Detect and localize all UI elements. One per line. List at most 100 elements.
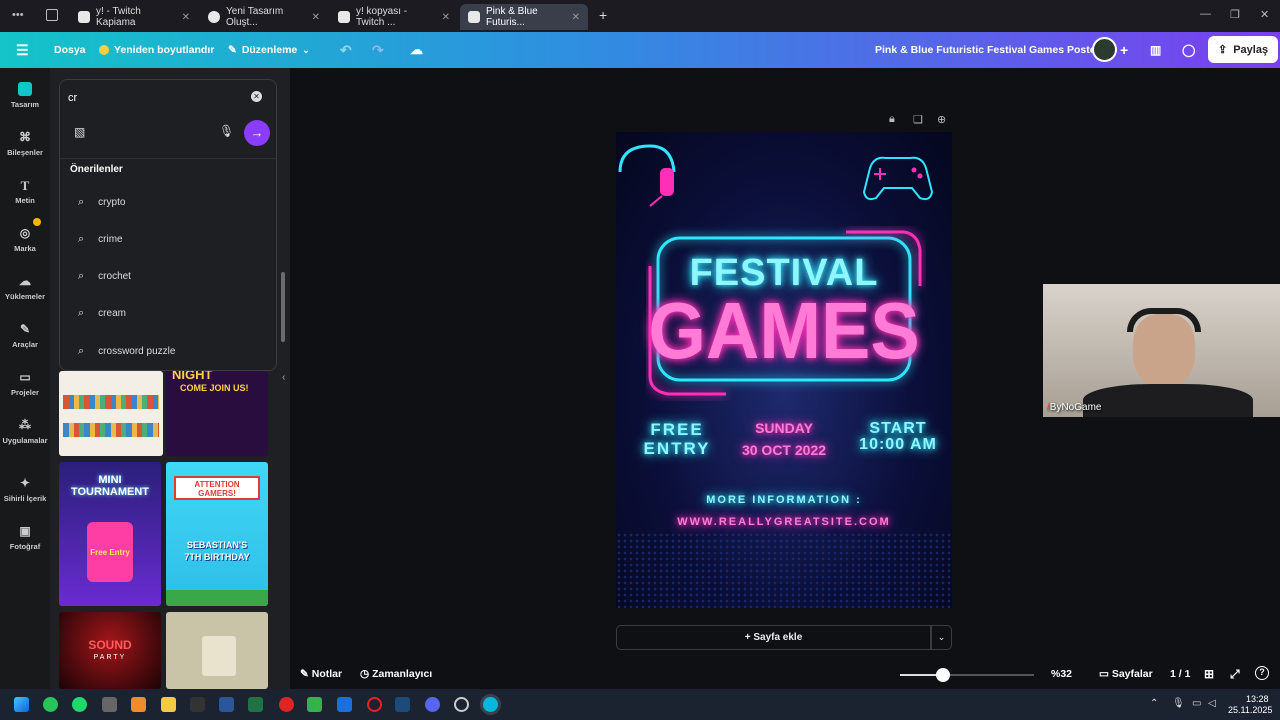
new-tab-button[interactable]: + [599, 7, 607, 23]
add-collaborator-icon[interactable]: + [1120, 32, 1128, 68]
suggestion-item[interactable]: ⌕ crochet [78, 270, 131, 283]
lock-icon[interactable]: 🔒︎ [889, 113, 895, 126]
tab-twitch-2[interactable]: y! kopyası - Twitch ... ✕ [330, 4, 458, 30]
file-explorer-icon[interactable] [161, 697, 176, 712]
file-menu-button[interactable]: Dosya [54, 32, 86, 68]
workspaces-icon[interactable] [46, 9, 58, 21]
headset-graphic [1127, 308, 1201, 332]
clock-time[interactable]: 13:28 [1246, 694, 1269, 704]
template-thumb-sound-party[interactable]: SOUND PARTY [59, 612, 161, 689]
search-input[interactable] [68, 88, 238, 108]
close-icon[interactable]: ✕ [312, 12, 320, 23]
template-thumb-bookclub[interactable] [59, 371, 163, 456]
sidebar-item-elements[interactable]: ⌘ Bileşenler [0, 130, 50, 157]
sidebar-item-uploads[interactable]: ☁ Yüklemeler [0, 274, 50, 301]
template-thumb-photo[interactable] [166, 612, 268, 689]
discord-icon[interactable] [425, 697, 440, 712]
red-app-icon[interactable] [279, 697, 294, 712]
clear-search-icon[interactable]: ✕ [251, 91, 262, 102]
zoom-slider[interactable] [900, 668, 1034, 682]
sidebar-item-text[interactable]: T Metin [0, 178, 50, 205]
microphone-icon[interactable]: 🎙︎ [219, 124, 234, 138]
timer-button[interactable]: ◷ Zamanlayıcı [360, 668, 432, 680]
zoom-level[interactable]: %32 [1051, 668, 1072, 680]
creative-app-icon[interactable] [131, 697, 146, 712]
template-thumb-mini-tournament[interactable]: MINI TOURNAMENT Free Entry [59, 462, 161, 606]
game-app-icon[interactable] [102, 697, 117, 712]
windows-start-icon[interactable] [14, 697, 29, 712]
pages-button[interactable]: ▭ Sayfalar [1099, 668, 1153, 680]
document-title[interactable]: Pink & Blue Futuristic Festival Games Po… [875, 32, 1100, 68]
add-page-options-chevron-icon[interactable]: ⌄ [931, 625, 952, 650]
opera-icon[interactable] [367, 697, 382, 712]
close-window-icon[interactable]: ✕ [1260, 8, 1269, 21]
minimize-icon[interactable]: — [1200, 8, 1211, 20]
sidebar-item-projects[interactable]: ▭ Projeler [0, 370, 50, 397]
webcam-name-overlay: /ByNoGame [1047, 402, 1101, 413]
grid-view-icon[interactable]: ⊞ [1204, 667, 1214, 681]
poster-canvas[interactable]: FESTIVAL GAMES FREE ENTRY SUNDAY 30 OCT … [616, 132, 952, 608]
redo-icon[interactable]: ↷ [372, 32, 384, 68]
webcam-name-label: ByNoGame [1049, 402, 1102, 413]
share-button[interactable]: ⇪ Paylaş [1208, 36, 1279, 63]
suggestion-item[interactable]: ⌕ crossword puzzle [78, 345, 175, 358]
word-icon[interactable] [219, 697, 234, 712]
sidebar-item-design[interactable]: Tasarım [0, 82, 50, 109]
tab-poster-active[interactable]: Pink & Blue Futuris... ✕ [460, 4, 588, 30]
microphone-tray-icon[interactable]: 🎙︎ [1172, 698, 1185, 709]
sidebar-item-magic[interactable]: ✦ Sihirli İçerik [0, 476, 50, 503]
add-page-icon[interactable]: ⊕ [937, 113, 946, 126]
fullscreen-icon[interactable]: ⤢ [1230, 667, 1240, 682]
network-icon[interactable]: ▭ [1192, 698, 1201, 709]
tray-chevron-icon[interactable]: ⌃ [1150, 698, 1158, 709]
zoom-slider-handle[interactable] [936, 668, 950, 682]
sidebar-item-brand[interactable]: ◎ Marka [0, 226, 50, 253]
resize-button[interactable]: Yeniden boyutlandır [99, 32, 214, 68]
restore-icon[interactable]: ❐ [1230, 8, 1240, 21]
tab-label: y! - Twitch Kapiama [96, 6, 141, 28]
suggestion-item[interactable]: ⌕ crime [78, 233, 123, 246]
help-icon[interactable]: ? [1255, 666, 1269, 680]
duplicate-page-icon[interactable]: ❏ [913, 113, 923, 126]
poster-website: WWW.REALLYGREATSITE.COM [677, 516, 891, 528]
volume-icon[interactable]: ◁ [1208, 698, 1216, 709]
panel-scrollbar[interactable] [280, 188, 286, 688]
browser-app-icon[interactable] [43, 697, 58, 712]
close-icon[interactable]: ✕ [572, 12, 580, 23]
tab-canva-new[interactable]: Yeni Tasarım Oluşt... ✕ [200, 4, 328, 30]
excel-icon[interactable] [248, 697, 263, 712]
tab-twitch-1[interactable]: y! - Twitch Kapiama ✕ [70, 4, 198, 30]
template-thumb-night[interactable]: NIGHT COME JOIN US! [166, 371, 268, 456]
sidebar-item-apps[interactable]: ⁂ Uygulamalar [0, 418, 50, 445]
clock-date[interactable]: 25.11.2025 [1228, 705, 1272, 715]
menu-icon[interactable]: ☰ [16, 32, 29, 68]
notes-button[interactable]: ✎ Notlar [300, 668, 342, 680]
sidebar-item-tools[interactable]: ✎ Araçlar [0, 322, 50, 349]
close-icon[interactable]: ✕ [442, 12, 450, 23]
play-app-icon[interactable] [307, 697, 322, 712]
scrollbar-thumb[interactable] [281, 272, 285, 342]
canva-taskbar-icon[interactable] [483, 697, 498, 712]
add-page-button[interactable]: + Sayfa ekle [616, 625, 931, 650]
obs-icon[interactable] [454, 697, 469, 712]
browser-menu-icon[interactable]: ••• [12, 9, 24, 21]
image-search-icon[interactable]: ▧ [74, 125, 85, 139]
avatar[interactable] [1092, 37, 1117, 62]
analytics-icon[interactable]: ▥ [1150, 32, 1161, 68]
cloud-save-icon[interactable]: ☁ [410, 32, 423, 68]
search-go-button[interactable]: → [244, 120, 270, 146]
sidebar-item-photos[interactable]: ▣ Fotoğraf [0, 524, 50, 551]
template-thumb-attention-gamers[interactable]: ATTENTION GAMERS! SEBASTIAN'S 7TH BIRTHD… [166, 462, 268, 606]
undo-icon[interactable]: ↶ [340, 32, 352, 68]
comment-icon[interactable]: ◯ [1182, 32, 1195, 68]
spotify-icon[interactable] [72, 697, 87, 712]
steam-icon[interactable] [395, 697, 410, 712]
suggestion-item[interactable]: ⌕ crypto [78, 196, 125, 209]
epic-games-icon[interactable] [190, 697, 205, 712]
page-count: 1 / 1 [1170, 668, 1191, 680]
close-icon[interactable]: ✕ [182, 12, 190, 23]
suggestion-item[interactable]: ⌕ cream [78, 307, 126, 320]
edit-mode-button[interactable]: ✎ Düzenleme ⌄ [228, 32, 310, 68]
collapse-panel-icon[interactable]: ‹ [282, 372, 285, 383]
blue-app-icon[interactable] [337, 697, 352, 712]
